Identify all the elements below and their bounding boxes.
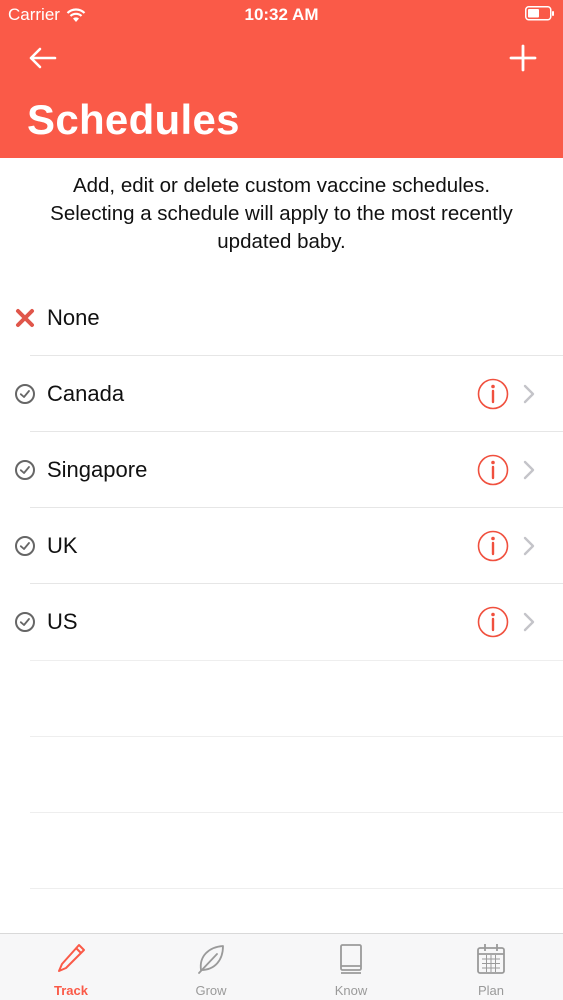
chevron-right-icon [523, 384, 535, 404]
schedule-label: None [47, 305, 100, 330]
info-icon[interactable] [477, 454, 509, 486]
tab-plan[interactable]: Plan [421, 934, 561, 1000]
tab-label: Grow [195, 983, 227, 998]
clock-icon [15, 536, 35, 556]
tab-know[interactable]: Know [281, 934, 421, 1000]
empty-row-divider [30, 888, 563, 889]
tab-bar: Track Grow Know Plan [0, 933, 563, 1000]
chevron-right-icon [523, 536, 535, 556]
chevron-right-icon [523, 460, 535, 480]
schedule-item-none[interactable]: None [0, 280, 563, 356]
schedule-label: UK [47, 533, 78, 558]
tab-track[interactable]: Track [1, 934, 141, 1000]
empty-row-divider [30, 736, 563, 737]
empty-row-divider [30, 660, 563, 661]
clock-time: 10:32 AM [244, 5, 319, 24]
tab-grow[interactable]: Grow [141, 934, 281, 1000]
clock-icon [15, 384, 35, 404]
calendar-icon [477, 944, 505, 974]
schedule-item-us[interactable]: US [0, 584, 563, 660]
schedule-list: None Canada Singapore UK US [0, 280, 563, 660]
back-button[interactable] [22, 38, 62, 78]
chevron-right-icon [523, 612, 535, 632]
pencil-icon [58, 944, 85, 972]
schedule-item-uk[interactable]: UK [0, 508, 563, 584]
schedule-label: Canada [47, 381, 125, 406]
status-bar: Carrier 10:32 AM [0, 0, 563, 30]
description-text: Add, edit or delete custom vaccine sched… [50, 174, 513, 253]
schedule-item-canada[interactable]: Canada [0, 356, 563, 432]
empty-row-divider [30, 812, 563, 813]
tab-label: Plan [477, 983, 505, 998]
tab-label: Track [54, 983, 88, 998]
leaf-icon [198, 945, 224, 974]
battery-icon [525, 6, 554, 21]
x-mark-icon [16, 309, 34, 327]
tab-label: Know [334, 983, 368, 998]
info-icon[interactable] [477, 530, 509, 562]
book-icon [340, 944, 362, 974]
arrow-left-icon [29, 47, 57, 69]
plus-icon [509, 44, 537, 72]
page-title: Schedules [27, 96, 240, 143]
add-schedule-button[interactable] [503, 38, 543, 78]
header: Carrier 10:32 AM Schedules [0, 0, 563, 158]
info-icon[interactable] [477, 378, 509, 410]
schedule-label: US [47, 609, 78, 634]
clock-icon [15, 460, 35, 480]
info-icon[interactable] [477, 606, 509, 638]
schedule-label: Singapore [47, 457, 148, 482]
clock-icon [15, 612, 35, 632]
schedule-item-singapore[interactable]: Singapore [0, 432, 563, 508]
